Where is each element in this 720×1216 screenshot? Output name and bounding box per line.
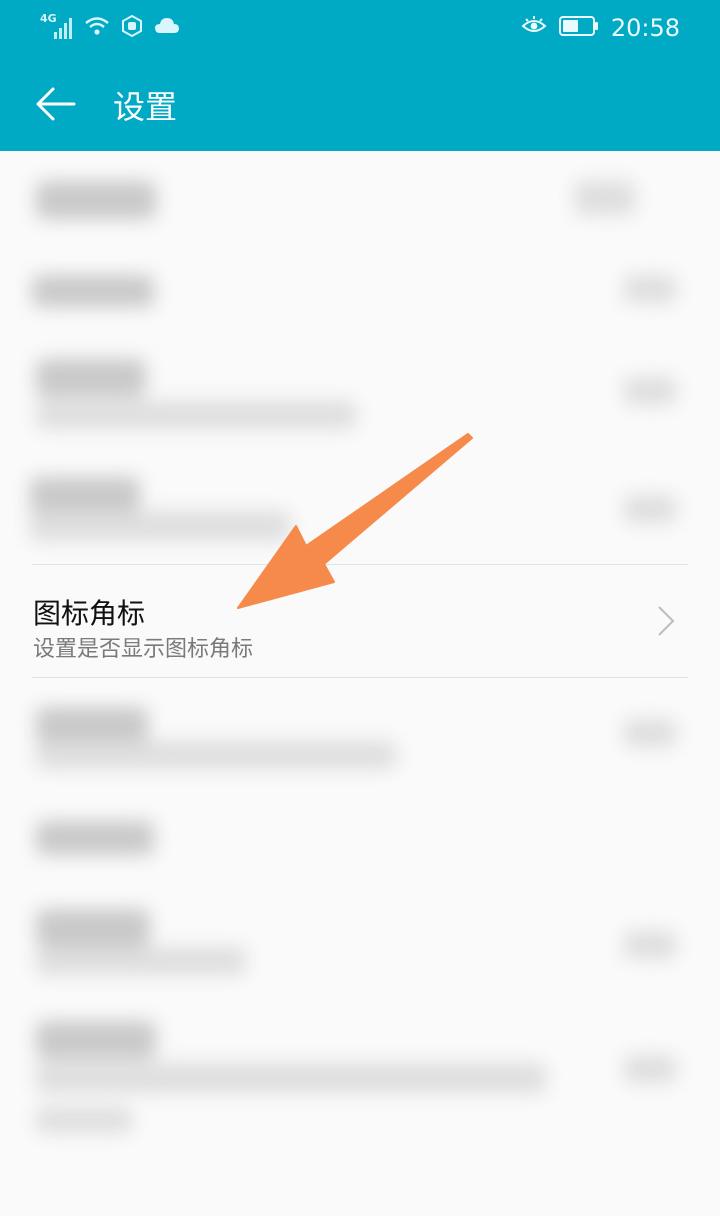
app-bar: 4G 20:58 设置 <box>0 0 720 151</box>
settings-item-subtitle: 设置是否显示图标角标 <box>33 637 254 662</box>
blurred-text <box>36 821 154 855</box>
back-button[interactable] <box>34 84 78 124</box>
eye-icon <box>521 16 547 40</box>
settings-list: 图标角标 设置是否显示图标角标 <box>0 151 720 1216</box>
status-time: 20:58 <box>610 14 680 42</box>
wifi-icon <box>84 14 110 42</box>
blurred-text <box>36 707 148 745</box>
settings-item-title: 图标角标 <box>33 597 146 630</box>
blurred-subtext <box>36 1063 546 1093</box>
battery-icon <box>558 15 599 41</box>
blurred-value <box>624 495 676 523</box>
blurred-text <box>36 1021 156 1059</box>
page-title: 设置 <box>113 88 178 126</box>
blurred-value <box>624 719 676 747</box>
blurred-text <box>36 909 150 947</box>
blurred-value <box>624 1055 676 1083</box>
blurred-subtext <box>36 401 356 429</box>
blurred-settings-items <box>0 151 720 1216</box>
blurred-value <box>624 275 676 303</box>
status-bar: 4G 20:58 <box>0 0 720 56</box>
back-arrow-icon <box>36 87 76 121</box>
blurred-text <box>30 477 140 515</box>
divider <box>32 677 688 678</box>
blurred-text <box>32 275 154 307</box>
blurred-text <box>36 359 146 397</box>
hand-icon <box>120 14 144 42</box>
status-left: 4G <box>40 12 180 42</box>
blurred-subtext <box>36 741 396 769</box>
blurred-value <box>624 377 676 405</box>
annotation-arrow-icon <box>237 433 473 609</box>
blurred-value <box>575 181 635 215</box>
chevron-right-icon <box>658 606 675 636</box>
status-right: 20:58 <box>521 12 680 44</box>
blurred-text <box>36 181 156 219</box>
signal-icon: 4G <box>40 12 74 42</box>
blurred-value <box>624 931 676 959</box>
blurred-subtext <box>36 947 246 975</box>
cloud-icon <box>154 16 180 40</box>
blurred-subtext <box>36 1107 132 1133</box>
toolbar: 设置 <box>0 56 720 151</box>
